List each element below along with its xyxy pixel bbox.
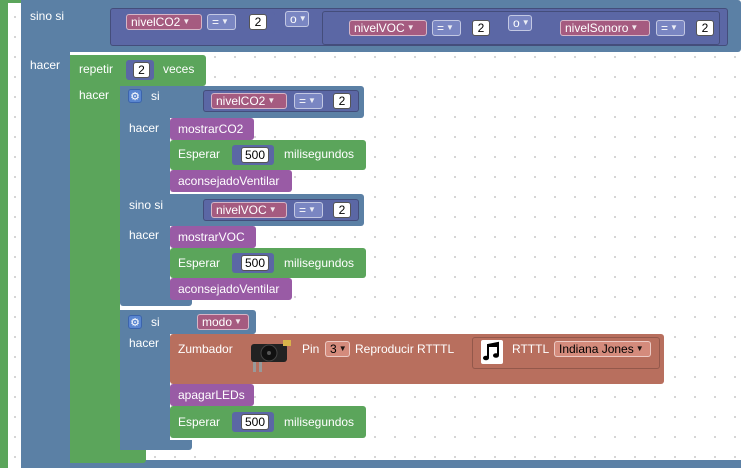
wait-unit: milisegundos [284, 415, 355, 429]
dropdown-arrow-icon: ▼ [234, 317, 242, 326]
elseif-label: sino si [129, 198, 164, 212]
repeat-block-bottom [70, 449, 146, 463]
wait-value-field[interactable]: 500 [241, 147, 269, 163]
dropdown-arrow-icon: ▼ [308, 96, 316, 105]
advise-text: aconsejadoVentilar [178, 174, 280, 188]
var-co2-text: nivelCO2 [131, 15, 181, 29]
repeat-block-spine [70, 55, 120, 463]
song-text: Indiana Jones [559, 342, 634, 356]
wait-unit: milisegundos [284, 256, 355, 270]
do-label: hacer [30, 58, 61, 72]
or-dropdown[interactable]: o ▼ [508, 15, 532, 31]
dropdown-arrow-icon: ▼ [521, 18, 530, 27]
var-mode-text: modo [202, 315, 233, 329]
value-2-field[interactable]: 2 [696, 20, 714, 36]
dropdown-arrow-icon: ▼ [182, 17, 191, 26]
dropdown-arrow-icon: ▼ [630, 23, 639, 32]
pin-label: Pin [302, 342, 320, 356]
do-label: hacer [129, 228, 160, 242]
buzzer-module-icon [247, 336, 295, 376]
op-eq-dropdown[interactable]: = ▼ [294, 202, 323, 218]
dropdown-arrow-icon: ▼ [298, 14, 307, 23]
dropdown-arrow-icon: ▼ [338, 344, 347, 353]
gear-icon[interactable]: ⚙ [128, 315, 142, 329]
var-voc-dropdown[interactable]: nivelVOC ▼ [211, 202, 287, 218]
repeat-count-field[interactable]: 2 [133, 62, 150, 78]
dropdown-arrow-icon: ▼ [446, 23, 454, 32]
op-eq-text: = [212, 15, 220, 29]
repeat-label: repetir [79, 62, 114, 76]
wait-label: Esperar [178, 415, 221, 429]
value-2-field[interactable]: 2 [249, 14, 267, 30]
show-co2-text: mostrarCO2 [178, 122, 244, 136]
op-eq-text: = [299, 203, 307, 217]
wait-label: Esperar [178, 256, 221, 270]
play-label: Reproducir RTTTL [355, 342, 455, 356]
or-dropdown[interactable]: o ▼ [285, 11, 309, 27]
wait-value-field[interactable]: 500 [241, 255, 269, 271]
wait-unit: milisegundos [284, 147, 355, 161]
value-2-field[interactable]: 2 [333, 93, 351, 109]
var-co2-dropdown[interactable]: nivelCO2 ▼ [211, 93, 287, 109]
dropdown-arrow-icon: ▼ [267, 96, 276, 105]
repeat-do-label: hacer [79, 88, 110, 102]
pin-dropdown[interactable]: 3 ▼ [325, 341, 350, 357]
show-voc-text: mostrarVOC [178, 230, 245, 244]
dropdown-arrow-icon: ▼ [268, 205, 277, 214]
outer-loop-rail [0, 0, 8, 468]
var-co2-dropdown[interactable]: nivelCO2 ▼ [126, 14, 202, 30]
mode-if-bottom [120, 440, 192, 450]
rtttl-label: RTTTL [512, 342, 550, 356]
dropdown-arrow-icon: ▼ [670, 23, 678, 32]
op-eq-dropdown[interactable]: = ▼ [207, 14, 236, 30]
dropdown-arrow-icon: ▼ [308, 205, 316, 214]
value-2-field[interactable]: 2 [472, 20, 490, 36]
song-dropdown[interactable]: Indiana Jones ▼ [554, 341, 651, 357]
dropdown-arrow-icon: ▼ [406, 23, 415, 32]
var-voc-text: nivelVOC [354, 21, 405, 35]
op-eq-dropdown[interactable]: = ▼ [432, 20, 461, 36]
wait-label: Esperar [178, 147, 221, 161]
do-label: hacer [129, 121, 160, 135]
var-mode-dropdown[interactable]: modo ▼ [197, 314, 249, 330]
op-eq-text: = [661, 21, 669, 35]
do-label: hacer [129, 336, 160, 350]
dropdown-arrow-icon: ▼ [221, 17, 229, 26]
op-eq-dropdown[interactable]: = ▼ [656, 20, 685, 36]
gear-icon[interactable]: ⚙ [128, 89, 142, 103]
music-note-icon [481, 340, 503, 364]
var-sound-text: nivelSonoro [565, 21, 629, 35]
or-text: o [513, 16, 520, 30]
buzzer-label: Zumbador [178, 342, 233, 356]
if-label: si [151, 315, 160, 329]
op-eq-text: = [299, 94, 307, 108]
leds-off-text: apagarLEDs [178, 388, 245, 402]
or-text: o [290, 12, 297, 26]
var-sound-dropdown[interactable]: nivelSonoro ▼ [560, 20, 650, 36]
mode-if-spine [120, 310, 170, 450]
value-2-field[interactable]: 2 [333, 202, 351, 218]
advise-text: aconsejadoVentilar [178, 282, 280, 296]
dropdown-arrow-icon: ▼ [635, 344, 644, 353]
elseif-label: sino si [30, 9, 65, 23]
var-voc-text: nivelVOC [216, 203, 267, 217]
op-eq-text: = [437, 21, 445, 35]
var-voc-dropdown[interactable]: nivelVOC ▼ [349, 20, 427, 36]
op-eq-dropdown[interactable]: = ▼ [294, 93, 323, 109]
wait-value-field[interactable]: 500 [241, 414, 269, 430]
pin-text: 3 [330, 342, 337, 356]
if-label: si [151, 89, 160, 103]
var-co2-text: nivelCO2 [216, 94, 266, 108]
repeat-suffix: veces [163, 62, 195, 76]
